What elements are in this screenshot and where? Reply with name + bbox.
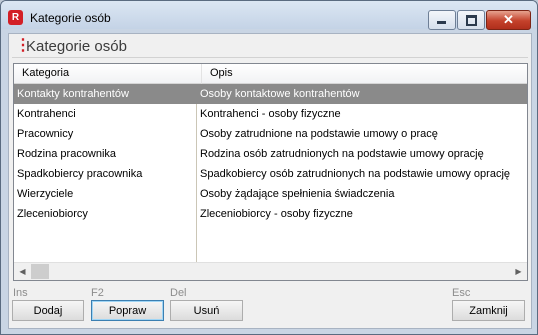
title-bar[interactable]: R Kategorie osób ✕ (1, 1, 537, 30)
page-title: Kategorie osób (26, 38, 127, 55)
usun-shortcut: Del (170, 287, 187, 299)
categories-grid[interactable]: Kategoria Opis Kontakty kontrahentów Osob… (13, 63, 528, 281)
popraw-shortcut: F2 (91, 287, 104, 299)
scroll-right-arrow-icon[interactable]: ▶ (510, 263, 527, 280)
close-icon: ✕ (503, 12, 514, 27)
cell-opis: Osoby żądające spełnienia świadczenia (200, 188, 395, 200)
table-row[interactable]: Wierzyciele Osoby żądające spełnienia świ… (14, 184, 527, 204)
dodaj-button[interactable]: Dodaj (12, 300, 84, 321)
dodaj-shortcut: Ins (13, 287, 28, 299)
cell-kategoria: Rodzina pracownika (17, 148, 117, 160)
cell-kategoria: Wierzyciele (17, 188, 74, 200)
table-row[interactable]: Rodzina pracownika Rodzina osób zatrudnio… (14, 144, 527, 164)
header-divider (12, 57, 528, 58)
button-bar: Ins Dodaj F2 Popraw Del Usuń Esc Zamknij (9, 282, 531, 328)
maximize-icon (466, 15, 477, 26)
app-logo-icon: R (8, 10, 23, 25)
minimize-button[interactable] (428, 10, 456, 30)
table-row[interactable]: Spadkobiercy pracownika Spadkobiercy osób… (14, 164, 527, 184)
table-row[interactable]: Zleceniobiorcy Zleceniobiorcy - osoby fiz… (14, 204, 527, 224)
horizontal-scrollbar[interactable]: ◀ ▶ (14, 262, 527, 280)
cell-opis: Rodzina osób zatrudnionych na podstawie … (200, 148, 484, 160)
cell-kategoria: Spadkobiercy pracownika (17, 168, 143, 180)
dodaj-button-label: Dodaj (33, 305, 63, 317)
column-header-opis[interactable]: Opis (202, 64, 527, 84)
dialog-body: ⋮ Kategorie osób Kategoria Opis Kontakty… (8, 33, 532, 329)
usun-button-label: Usuń (193, 305, 220, 317)
table-row[interactable]: Kontrahenci Kontrahenci - osoby fizyczne (14, 104, 527, 124)
zamknij-button[interactable]: Zamknij (452, 300, 525, 321)
cell-kategoria: Zleceniobiorcy (17, 208, 88, 220)
cell-opis: Zleceniobiorcy - osoby fizyczne (200, 208, 353, 220)
popraw-button[interactable]: Popraw (91, 300, 164, 321)
table-row[interactable]: Kontakty kontrahentów Osoby kontaktowe ko… (14, 84, 527, 104)
maximize-button[interactable] (457, 10, 485, 30)
popraw-button-label: Popraw (108, 305, 147, 317)
grid-rows: Kontakty kontrahentów Osoby kontaktowe ko… (14, 84, 527, 224)
minimize-icon (437, 21, 446, 24)
zamknij-button-label: Zamknij (469, 305, 508, 317)
cell-kategoria: Kontakty kontrahentów (17, 88, 129, 100)
table-row[interactable]: Pracownicy Osoby zatrudnione na podstawie… (14, 124, 527, 144)
window-title: Kategorie osób (30, 11, 111, 25)
column-header-kategoria[interactable]: Kategoria (14, 64, 202, 84)
cell-opis: Spadkobiercy osób zatrudnionych na podst… (200, 168, 511, 180)
cell-opis: Osoby kontaktowe kontrahentów (200, 88, 360, 100)
usun-button[interactable]: Usuń (170, 300, 243, 321)
dialog-window: R Kategorie osób ✕ ⋮ Kategorie osób Kate… (0, 0, 538, 335)
cell-opis: Osoby zatrudnione na podstawie umowy o p… (200, 128, 438, 140)
zamknij-shortcut: Esc (452, 287, 471, 299)
scrollbar-thumb[interactable] (31, 264, 49, 279)
close-button[interactable]: ✕ (486, 10, 531, 30)
cell-kategoria: Kontrahenci (17, 108, 76, 120)
scroll-left-arrow-icon[interactable]: ◀ (14, 263, 31, 280)
cell-opis: Kontrahenci - osoby fizyczne (200, 108, 341, 120)
cell-kategoria: Pracownicy (17, 128, 74, 140)
